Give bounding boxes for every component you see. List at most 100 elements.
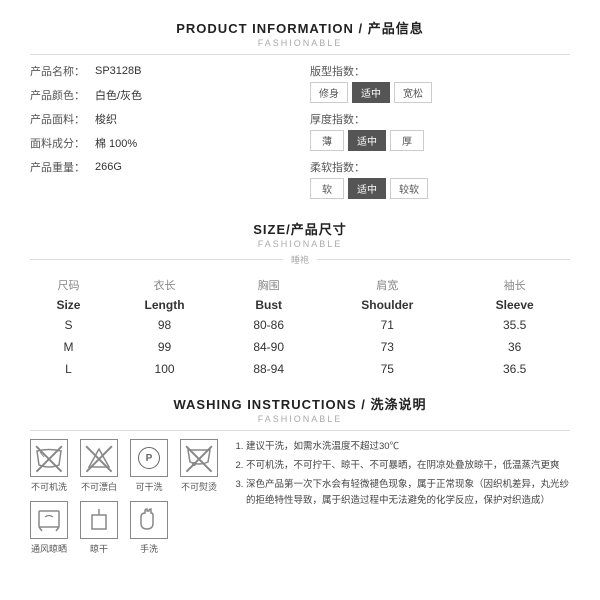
softness-btn-medium[interactable]: 适中 [348,178,386,199]
col-zh-size: 尺码 [30,274,107,296]
air-dry-icon [30,501,68,539]
softness-index-group: 柔软指数： 软 适中 较软 [310,159,570,199]
washing-note-2: 不可机洗，不可拧干、晾干、不可暴晒，在阴凉处叠放晾干，低温蒸汽更爽 [246,458,570,474]
product-info-body: 产品名称： SP3128B 产品颜色： 白色/灰色 产品面料： 梭织 面料成分：… [30,63,570,207]
info-label-weight: 产品重量： [30,159,95,175]
size-section: SIZE/产品尺寸 FASHIONABLE 睡袍 尺码 衣长 胸围 肩宽 袖长 … [30,219,570,380]
softness-btn-group: 软 适中 较软 [310,178,570,199]
col-en-length: Length [107,296,222,314]
table-cell: 98 [107,314,222,336]
washing-icons-area: 不可机洗 不可漂白 P [30,439,218,555]
softness-btn-soft[interactable]: 软 [310,178,344,199]
table-cell: S [30,314,107,336]
size-garment-type: 睡袍 [291,253,309,266]
page-container: PRODUCT INFORMATION / 产品信息 FASHIONABLE 产… [0,0,600,600]
wash-icon-air-dry: 通风晾晒 [30,501,68,555]
size-table-header-en: Size Length Bust Shoulder Sleeve [30,296,570,314]
table-cell: 84-90 [222,336,315,358]
info-row-color: 产品颜色： 白色/灰色 [30,87,290,103]
fit-btn-slim[interactable]: 修身 [310,82,348,103]
col-zh-bust: 胸围 [222,274,315,296]
wash-icon-no-iron: 不可熨烫 [180,439,218,493]
hand-wash-icon [130,501,168,539]
thickness-index-group: 厚度指数： 薄 适中 厚 [310,111,570,151]
col-zh-length: 衣长 [107,274,222,296]
circle-p-icon: P [138,447,160,469]
table-row: S9880-867135.5 [30,314,570,336]
washing-notes: 建议干洗，如需水洗温度不超过30℃ 不可机洗，不可拧干、晾干、不可暴晒，在阴凉处… [234,439,570,555]
info-label-composition: 面料成分： [30,135,95,151]
table-row: M9984-907336 [30,336,570,358]
table-cell: 36.5 [459,358,570,380]
hand-wash-label: 手洗 [140,542,158,555]
washing-content: 不可机洗 不可漂白 P [30,439,570,555]
softness-index-label: 柔软指数： [310,159,570,175]
col-en-bust: Bust [222,296,315,314]
no-wash-icon [30,439,68,477]
product-info-subtitle: FASHIONABLE [30,38,570,48]
thickness-index-label: 厚度指数： [310,111,570,127]
wash-icon-hand-wash: 手洗 [130,501,168,555]
table-cell: 36 [459,336,570,358]
product-info-header: PRODUCT INFORMATION / 产品信息 FASHIONABLE [30,18,570,48]
info-label-fabric: 产品面料： [30,111,95,127]
table-cell: 73 [315,336,459,358]
col-zh-shoulder: 肩宽 [315,274,459,296]
washing-note-1: 建议干洗，如需水洗温度不超过30℃ [246,439,570,455]
fit-btn-loose[interactable]: 宽松 [394,82,432,103]
info-value-name: SP3128B [95,65,141,77]
col-en-shoulder: Shoulder [315,296,459,314]
size-table-header-zh: 尺码 衣长 胸围 肩宽 袖长 [30,274,570,296]
col-en-size: Size [30,296,107,314]
thickness-btn-thick[interactable]: 厚 [390,130,424,151]
washing-title: WASHING INSTRUCTIONS / 洗涤说明 [30,394,570,413]
table-cell: 99 [107,336,222,358]
table-cell: 100 [107,358,222,380]
washing-section: WASHING INSTRUCTIONS / 洗涤说明 FASHIONABLE … [30,394,570,555]
info-row-composition: 面料成分： 棉 100% [30,135,290,151]
hang-dry-label: 晾干 [90,542,108,555]
product-info-title: PRODUCT INFORMATION / 产品信息 [30,18,570,37]
table-cell: 88-94 [222,358,315,380]
info-value-weight: 266G [95,161,122,173]
table-cell: L [30,358,107,380]
size-table: 尺码 衣长 胸围 肩宽 袖长 Size Length Bust Shoulder… [30,274,570,380]
no-bleach-label: 不可漂白 [81,480,117,493]
size-table-body: S9880-867135.5M9984-907336L10088-947536.… [30,314,570,380]
size-divider-right [317,259,570,260]
size-title: SIZE/产品尺寸 [30,219,570,238]
info-value-composition: 棉 100% [95,135,137,151]
table-cell: 80-86 [222,314,315,336]
divider-washing [30,430,570,431]
wash-icon-no-bleach: 不可漂白 [80,439,118,493]
no-wash-label: 不可机洗 [31,480,67,493]
info-row-name: 产品名称： SP3128B [30,63,290,79]
product-info-right: 版型指数： 修身 适中 宽松 厚度指数： 薄 适中 厚 柔软指数： [310,63,570,207]
washing-header: WASHING INSTRUCTIONS / 洗涤说明 FASHIONABLE [30,394,570,424]
washing-icons-row-2: 通风晾晒 晾干 [30,501,218,555]
divider-1 [30,54,570,55]
table-cell: 35.5 [459,314,570,336]
size-header: SIZE/产品尺寸 FASHIONABLE [30,219,570,249]
thickness-btn-thin[interactable]: 薄 [310,130,344,151]
softness-btn-softer[interactable]: 较软 [390,178,428,199]
info-value-fabric: 梭织 [95,111,117,127]
dry-clean-icon: P [130,439,168,477]
fit-index-group: 版型指数： 修身 适中 宽松 [310,63,570,103]
size-divider-row: 睡袍 [30,253,570,266]
info-row-fabric: 产品面料： 梭织 [30,111,290,127]
size-subtitle-fashionable: FASHIONABLE [30,239,570,249]
table-cell: M [30,336,107,358]
no-bleach-icon [80,439,118,477]
table-cell: 71 [315,314,459,336]
product-info-left: 产品名称： SP3128B 产品颜色： 白色/灰色 产品面料： 梭织 面料成分：… [30,63,290,207]
thickness-btn-group: 薄 适中 厚 [310,130,570,151]
dry-clean-label: 可干洗 [135,480,162,493]
air-dry-label: 通风晾晒 [31,542,67,555]
info-label-name: 产品名称： [30,63,95,79]
no-iron-icon [180,439,218,477]
washing-subtitle: FASHIONABLE [30,414,570,424]
thickness-btn-medium[interactable]: 适中 [348,130,386,151]
fit-btn-medium[interactable]: 适中 [352,82,390,103]
wash-icon-hang-dry: 晾干 [80,501,118,555]
